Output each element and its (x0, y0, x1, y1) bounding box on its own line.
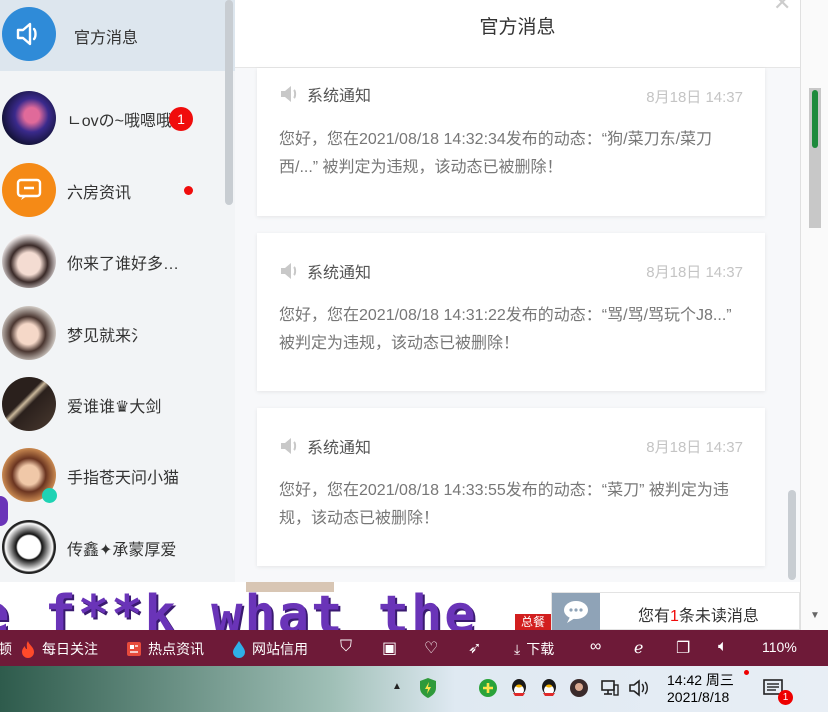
avatar (2, 377, 56, 431)
glasses-icon[interactable]: ∞ (590, 638, 601, 656)
unread-suffix: 条未读消息 (678, 608, 759, 625)
message-card: 系统通知 8月18日 14:37 您好，您在2021/08/18 14:32:3… (257, 68, 765, 216)
conversation-sidebar: 官方消息 ㄴovの~哦嗯哦 1 六房资讯 你来了谁好多… 梦见就来氵 爱谁谁♛大… (0, 0, 235, 582)
sidebar-scrollbar[interactable] (225, 0, 233, 205)
network-icon[interactable] (600, 679, 620, 702)
chat-bubble-icon (552, 593, 600, 631)
speaker-icon (281, 438, 297, 454)
conversation-name: ㄴovの~哦嗯哦 (67, 112, 172, 130)
bar-item[interactable]: 顿 (0, 639, 12, 659)
download-button[interactable]: ⤓ 下载 (514, 639, 554, 659)
conversation-item[interactable]: 你来了谁好多… (0, 226, 235, 297)
avatar (2, 520, 56, 574)
shield-icon[interactable]: ⛉ (340, 638, 352, 656)
unread-toast[interactable]: 您有1条未读消息 (551, 592, 800, 631)
close-icon[interactable]: ✕ (773, 0, 791, 16)
message-time: 8月18日 14:37 (646, 264, 743, 281)
browser-status-bar: 顿 每日关注 热点资讯 网站信用 ⛉ ▣ ♡ ➶ ⤓ 下载 ∞ ℯ ❐ 🔈︎ 1… (0, 630, 828, 666)
conversation-name: 六房资讯 (67, 184, 132, 202)
conversation-name: 官方消息 (74, 29, 139, 47)
qq-tray-icon[interactable] (539, 677, 559, 704)
unread-text: 您有1条未读消息 (638, 602, 759, 626)
taskbar: ▲ 14:42 周三 2021/8/18 1 (0, 666, 828, 712)
conversation-item[interactable]: 梦见就来氵 (0, 298, 235, 369)
bar-item-label: 热点资讯 (148, 641, 204, 657)
app-tray-icon[interactable] (478, 678, 498, 703)
message-text: 您好，您在2021/08/18 14:32:34发布的动态：“狗/菜刀东/菜刀西… (279, 131, 713, 176)
avatar (2, 91, 56, 145)
conversation-name: 你来了谁好多… (67, 255, 180, 273)
scroll-down-icon[interactable]: ▼ (810, 610, 820, 621)
speaker-icon (2, 7, 56, 61)
bar-item-label: 网站信用 (252, 641, 308, 657)
speaker-icon (281, 263, 297, 279)
message-label: 系统通知 (307, 265, 372, 282)
unread-prefix: 您有 (638, 608, 671, 625)
download-label: 下载 (526, 641, 555, 657)
conversation-item[interactable]: 手指苍天问小猫 (0, 440, 235, 511)
heartbeat-icon[interactable]: ♡ (424, 638, 438, 658)
message-text: 您好，您在2021/08/18 14:33:55发布的动态：“菜刀” 被判定为违… (279, 482, 729, 527)
unread-dot (184, 186, 193, 195)
message-time: 8月18日 14:37 (646, 439, 743, 456)
avatar (2, 234, 56, 288)
message-card: 系统通知 8月18日 14:37 您好，您在2021/08/18 14:31:2… (257, 233, 765, 391)
notification-badge: 1 (778, 690, 793, 705)
clock-date: 2021/8/18 (667, 689, 730, 705)
conversation-name: 爱谁谁♛大剑 (67, 398, 162, 416)
browser-scrollbar[interactable]: ▼ (800, 0, 828, 630)
download-icon: ⤓ (514, 640, 521, 657)
tray-expand-icon[interactable]: ▲ (392, 681, 402, 692)
unread-badge: 1 (169, 107, 193, 131)
zoom-level[interactable]: 110% (762, 639, 797, 655)
conversation-name: 手指苍天问小猫 (67, 469, 180, 487)
bar-item-daily-focus[interactable]: 每日关注 (20, 639, 98, 659)
conversation-item[interactable]: 爱谁谁♛大剑 (0, 369, 235, 440)
bar-item-hot-news[interactable]: 热点资讯 (126, 639, 204, 659)
volume-icon[interactable]: 🔈︎ (718, 638, 728, 656)
conversation-item[interactable]: 传鑫✦承蒙厚爱 (0, 512, 235, 582)
chat-icon (2, 163, 56, 217)
volume-icon[interactable] (628, 679, 650, 702)
message-panel: 官方消息 ✕ 系统通知 8月18日 14:37 您好，您在2021/08/18 … (235, 0, 800, 582)
bar-item-label: 每日关注 (42, 641, 98, 657)
conversation-item[interactable]: ㄴovの~哦嗯哦 1 (0, 83, 235, 154)
image-icon[interactable]: ▣ (382, 638, 397, 658)
clock-alert-dot (744, 670, 749, 675)
message-label: 系统通知 (307, 440, 372, 457)
avatar-tray-icon[interactable] (569, 678, 589, 703)
qq-tray-icon[interactable] (509, 677, 529, 704)
message-card: 系统通知 8月18日 14:37 您好，您在2021/08/18 14:33:5… (257, 408, 765, 566)
bar-item-site-credit[interactable]: 网站信用 (232, 639, 308, 659)
unread-count: 1 (670, 608, 679, 625)
fire-icon (22, 641, 34, 658)
red-tag: 总餐 (515, 614, 551, 630)
security-tray-icon[interactable] (418, 677, 438, 704)
clock-time: 14:42 周三 (667, 672, 734, 688)
message-text: 您好，您在2021/08/18 14:31:22发布的动态：“骂/骂/骂玩个J8… (279, 307, 732, 352)
page-title: 官方消息 (479, 17, 556, 38)
message-label: 系统通知 (307, 88, 372, 105)
speaker-icon (281, 86, 297, 102)
avatar (2, 306, 56, 360)
conversation-official[interactable]: 官方消息 (0, 0, 235, 71)
overlay-glyph (0, 496, 8, 526)
message-time: 8月18日 14:37 (646, 89, 743, 106)
news-icon (127, 642, 141, 656)
drop-icon (233, 641, 245, 658)
online-status-dot (42, 488, 57, 503)
rocket-icon[interactable]: ➶ (468, 638, 481, 658)
scroll-indicator (812, 90, 818, 148)
panel-header: 官方消息 ✕ (235, 0, 800, 68)
window-icon[interactable]: ❐ (676, 638, 690, 658)
conversation-name: 传鑫✦承蒙厚爱 (67, 541, 177, 559)
conversation-name: 梦见就来氵 (67, 327, 148, 345)
conversation-item[interactable]: 六房资讯 (0, 155, 235, 226)
panel-scrollbar[interactable] (788, 490, 796, 580)
ie-icon[interactable]: ℯ (634, 638, 643, 658)
